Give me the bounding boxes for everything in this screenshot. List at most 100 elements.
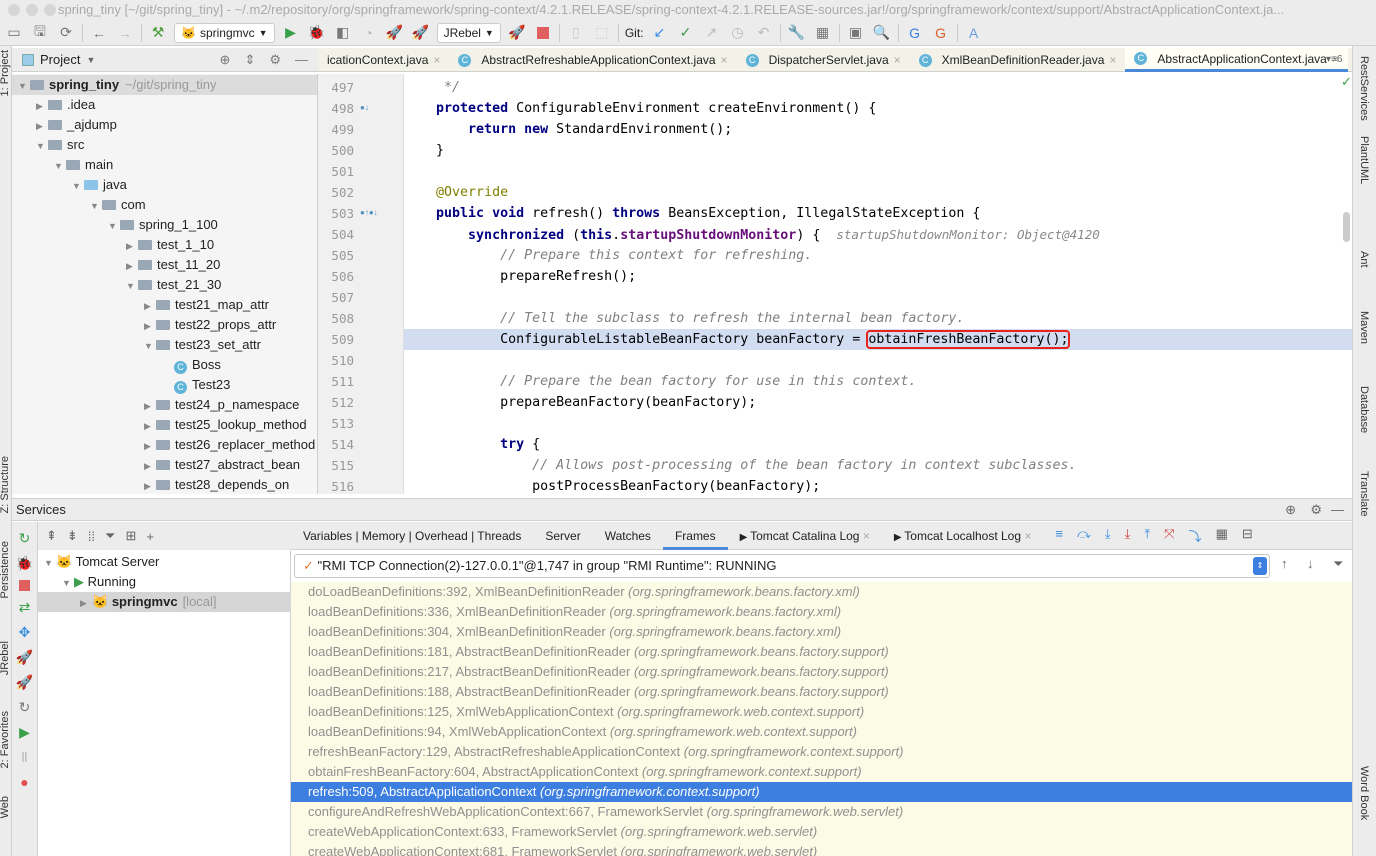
close-icon[interactable]: ×: [1109, 53, 1116, 67]
code-editor[interactable]: */ protected ConfigurableEnvironment cre…: [404, 74, 1352, 494]
chevron-icon[interactable]: ▶: [80, 593, 92, 613]
tool-word-book[interactable]: Word Book: [1358, 766, 1370, 820]
chevron-down-icon[interactable]: ▼: [72, 176, 84, 196]
collapse-icon[interactable]: ⇕: [244, 52, 255, 68]
tab-tomcat-catalina-log[interactable]: ▶ Tomcat Catalina Log ×: [728, 522, 882, 550]
layout-icon[interactable]: ⊟: [1242, 526, 1253, 545]
chevron-right-icon[interactable]: ▶: [144, 436, 156, 456]
globe-icon[interactable]: ⊕: [1285, 499, 1296, 521]
jrebel-debug-icon[interactable]: 🚀: [411, 23, 431, 43]
tab-server[interactable]: Server: [533, 522, 592, 550]
services-tree-item[interactable]: ▼ 🐱 Tomcat Server: [38, 552, 291, 572]
chevron-down-icon[interactable]: ▼: [54, 156, 66, 176]
frame-row[interactable]: createWebApplicationContext:633, Framewo…: [291, 822, 1352, 842]
tool-project[interactable]: 1: Project: [0, 50, 11, 96]
run-icon[interactable]: ▶: [281, 23, 301, 43]
hide-icon[interactable]: —: [1331, 499, 1344, 521]
tab-xmlbeandefinitionreader-java[interactable]: C XmlBeanDefinitionReader.java ×: [910, 48, 1126, 72]
project-structure-icon[interactable]: ▦: [813, 23, 833, 43]
chevron-right-icon[interactable]: ▶: [144, 416, 156, 436]
tab-dispatcherservlet-java[interactable]: C DispatcherServlet.java ×: [737, 48, 910, 72]
chevron-right-icon[interactable]: ▶: [144, 316, 156, 336]
tool-persistence[interactable]: Persistence: [0, 541, 11, 598]
tab-icationcontext-java[interactable]: icationContext.java ×: [318, 48, 449, 72]
close-window-button[interactable]: [8, 4, 20, 16]
device-icon[interactable]: ▯: [566, 23, 586, 43]
tabs-overflow-button[interactable]: ▾≡6: [1326, 54, 1342, 65]
add-icon[interactable]: +: [146, 529, 154, 544]
tree-item[interactable]: ▶ test21_map_attr: [144, 295, 317, 316]
chevron-down-icon[interactable]: ▼: [86, 55, 95, 65]
tool-restservices[interactable]: RestServices: [1358, 56, 1370, 121]
frame-row[interactable]: configureAndRefreshWebApplicationContext…: [291, 802, 1352, 822]
chevron-down-icon[interactable]: ▼: [90, 196, 102, 216]
tool-database[interactable]: Database: [1358, 386, 1370, 433]
chevron-right-icon[interactable]: ▶: [126, 236, 138, 256]
jrebel-run-icon[interactable]: 🚀: [16, 649, 33, 666]
gear-icon[interactable]: ⚙: [1310, 499, 1322, 521]
expand-all-icon[interactable]: ⇞: [46, 528, 57, 544]
tree-item[interactable]: ▼ spring_tiny ~/git/spring_tiny: [12, 75, 317, 95]
tab-frames[interactable]: Frames: [662, 522, 728, 550]
history-icon[interactable]: ◷: [728, 23, 748, 43]
project-view-select[interactable]: Project: [40, 52, 80, 67]
stop-icon[interactable]: [533, 23, 553, 43]
tool-maven[interactable]: Maven: [1358, 311, 1370, 344]
implements-icon[interactable]: ●↑●↓: [360, 208, 378, 217]
frame-row[interactable]: doLoadBeanDefinitions:392, XmlBeanDefini…: [291, 582, 1352, 602]
jrebel-select[interactable]: JRebel ▼: [436, 22, 501, 43]
run-config-select[interactable]: 🐱 springmvc ▼: [174, 22, 275, 43]
gear-icon[interactable]: ⚙: [269, 52, 281, 68]
filter-icon[interactable]: ⏷: [1333, 556, 1343, 572]
services-tree-item[interactable]: ▶ 🐱 springmvc [local]: [38, 592, 291, 612]
frame-row[interactable]: loadBeanDefinitions:336, XmlBeanDefiniti…: [291, 602, 1352, 622]
deploy-icon[interactable]: ⇄: [19, 599, 31, 616]
tree-item[interactable]: ▶ test25_lookup_method: [144, 415, 317, 436]
group-icon[interactable]: ⁞⁞: [88, 529, 95, 544]
tool-structure[interactable]: Z: Structure: [0, 456, 11, 513]
frame-row[interactable]: loadBeanDefinitions:181, AbstractBeanDef…: [291, 642, 1352, 662]
tool-favorites[interactable]: 2: Favorites: [0, 711, 11, 768]
tool-ant[interactable]: Ant: [1358, 251, 1370, 268]
services-tree-item[interactable]: ▼ ▶ Running: [38, 572, 291, 592]
tree-item[interactable]: ▼ test_21_30: [126, 275, 317, 295]
tree-item[interactable]: ▼ main: [54, 155, 317, 176]
frame-row[interactable]: obtainFreshBeanFactory:604, AbstractAppl…: [291, 762, 1352, 782]
tool-translate[interactable]: Translate: [1358, 471, 1370, 516]
tree-item[interactable]: ▼ src: [36, 135, 317, 156]
collapse-all-icon[interactable]: ⇟: [67, 528, 78, 544]
chevron-down-icon[interactable]: ▼: [108, 216, 120, 236]
git-update-icon[interactable]: ↙: [650, 23, 670, 43]
tree-item[interactable]: ▼ test23_set_attr: [144, 335, 317, 356]
settings-wrench-icon[interactable]: 🔧: [787, 23, 807, 43]
arrow-down-icon[interactable]: ↓: [1307, 556, 1314, 571]
coverage-icon[interactable]: ◧: [333, 23, 353, 43]
tool-web[interactable]: Web: [0, 796, 11, 818]
close-icon[interactable]: ×: [894, 53, 901, 67]
chevron-down-icon[interactable]: ▼: [36, 136, 48, 156]
build-icon[interactable]: ⚒: [148, 23, 168, 43]
chevron-down-icon[interactable]: ▼: [144, 336, 156, 356]
zoom-window-button[interactable]: [44, 4, 56, 16]
close-icon[interactable]: ×: [721, 53, 728, 67]
frame-row[interactable]: loadBeanDefinitions:304, XmlBeanDefiniti…: [291, 622, 1352, 642]
frame-row[interactable]: loadBeanDefinitions:188, AbstractBeanDef…: [291, 682, 1352, 702]
git-commit-icon[interactable]: ✓: [676, 23, 696, 43]
chevron-right-icon[interactable]: ▶: [144, 296, 156, 316]
stop-icon[interactable]: [19, 580, 30, 591]
new-tab-icon[interactable]: ⊞: [125, 528, 136, 544]
pause-icon[interactable]: Ⅱ: [21, 749, 28, 766]
tree-item[interactable]: ▶ _ajdump: [36, 115, 317, 136]
jrebel-debug-icon[interactable]: 🚀: [16, 674, 33, 691]
chevron-icon[interactable]: ▼: [44, 553, 56, 573]
chevron-right-icon[interactable]: ▶: [36, 116, 48, 136]
tab-watches[interactable]: Watches: [593, 522, 663, 550]
tab-abstractrefreshableapplicationcontext-java[interactable]: C AbstractRefreshableApplicationContext.j…: [449, 48, 736, 72]
chevron-right-icon[interactable]: ▶: [144, 396, 156, 416]
frames-menu-icon[interactable]: ≡: [1055, 526, 1063, 545]
open-icon[interactable]: ▭: [4, 23, 24, 43]
tab-variables-memory-overhead-threads[interactable]: Variables | Memory | Overhead | Threads: [291, 522, 533, 550]
revert-icon[interactable]: ↶: [754, 23, 774, 43]
resume-icon[interactable]: ▶: [19, 724, 30, 741]
tree-item[interactable]: ▶ test28_depends_on: [144, 475, 317, 494]
